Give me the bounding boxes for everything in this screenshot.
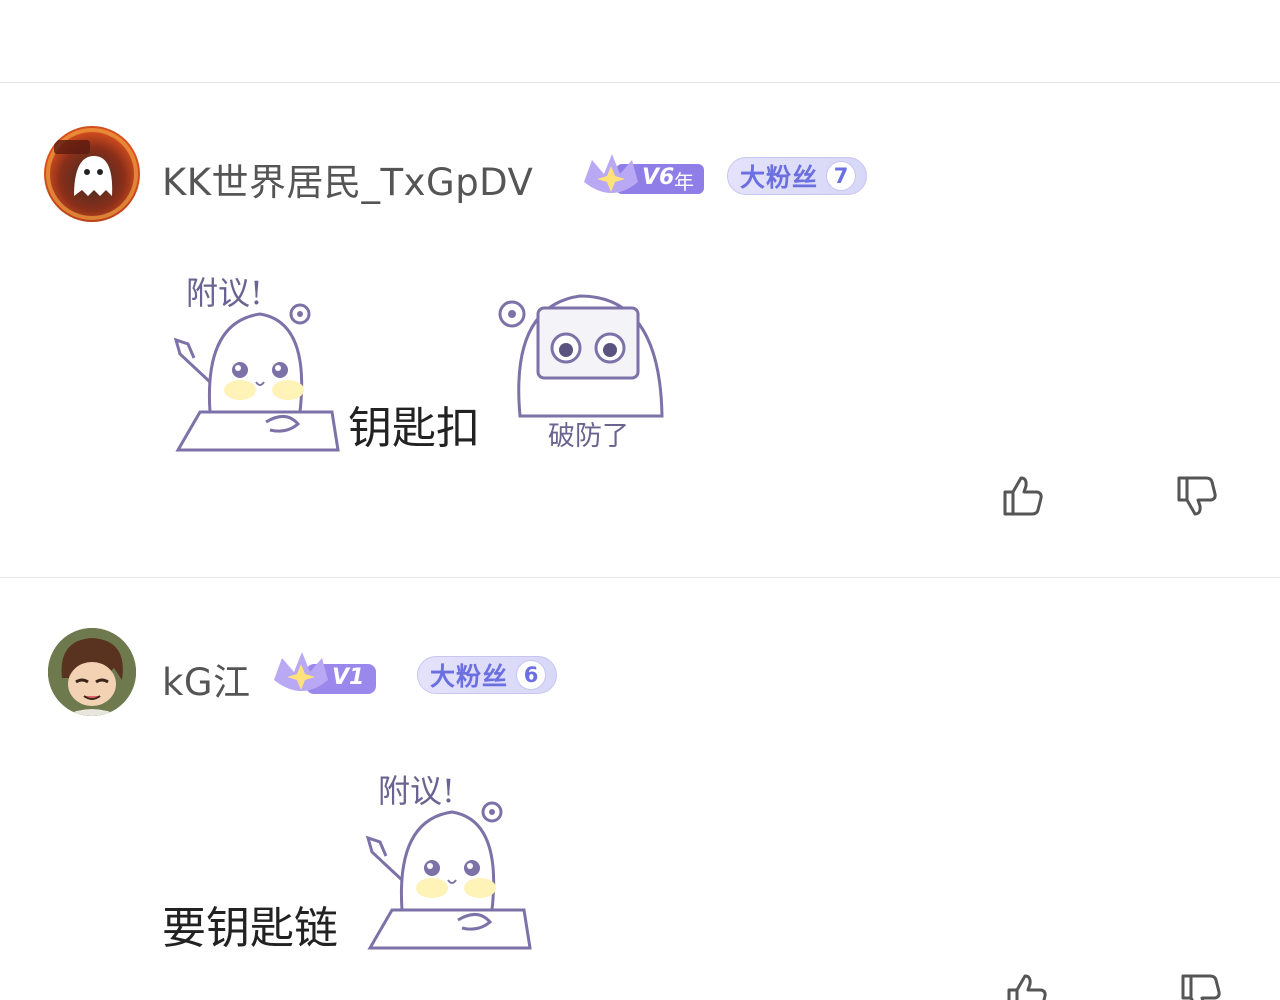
vip-suffix: 年 — [674, 170, 694, 194]
ghost-avatar-icon — [46, 128, 138, 220]
anime-boy-avatar-icon — [48, 628, 136, 716]
sticker-caption: 破防了 — [548, 421, 629, 452]
sticker-caption: 附议! — [378, 772, 455, 810]
username[interactable]: kG江 — [162, 652, 251, 706]
agree-sticker: 附议! — [170, 262, 340, 456]
fan-level: 7 — [826, 161, 857, 191]
vip-badge: V1 — [272, 650, 378, 700]
thumbs-up-icon — [1007, 974, 1047, 1000]
username[interactable]: KK世界居民_TxGpDV — [162, 152, 533, 206]
user-avatar[interactable] — [48, 628, 136, 716]
fan-level: 6 — [516, 660, 547, 690]
comment-text: 钥匙扣 — [348, 403, 480, 454]
thumbs-down-icon — [1181, 974, 1221, 1000]
fan-label: 大粉丝 — [430, 662, 509, 691]
vip-level: V6 — [642, 165, 675, 190]
fan-label: 大粉丝 — [740, 163, 819, 192]
comment-text: 要钥匙链 — [162, 903, 338, 954]
divider-middle — [0, 577, 1280, 578]
vip-badge: V6 年 — [582, 152, 706, 202]
dislike-button[interactable] — [1175, 474, 1219, 518]
fan-badge[interactable]: 大粉丝 6 — [417, 656, 557, 694]
thumbs-down-icon — [1177, 476, 1217, 516]
thumbs-up-icon — [1003, 476, 1043, 516]
agree-sticker: 附议! — [362, 760, 532, 954]
like-button[interactable] — [1001, 474, 1045, 518]
user-avatar[interactable] — [44, 126, 140, 222]
like-button[interactable] — [1005, 972, 1049, 1000]
dislike-button[interactable] — [1179, 972, 1223, 1000]
divider-top — [0, 82, 1280, 83]
sticker-caption: 附议! — [186, 274, 263, 312]
broken-sticker: 破防了 — [490, 276, 670, 456]
fan-badge[interactable]: 大粉丝 7 — [727, 157, 867, 195]
vip-level: V1 — [332, 665, 365, 690]
